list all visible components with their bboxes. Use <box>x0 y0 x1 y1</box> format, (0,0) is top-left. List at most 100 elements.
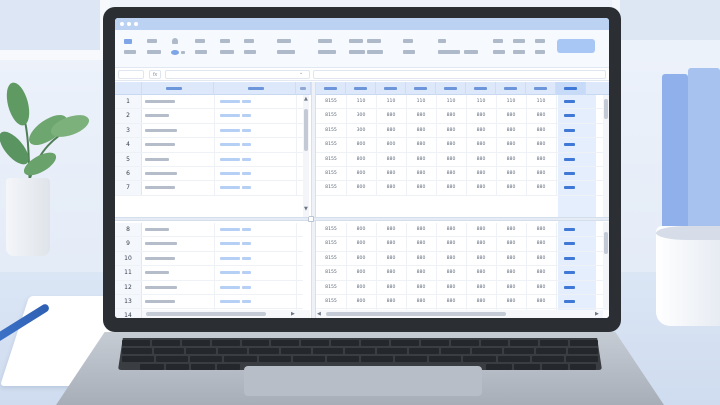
find-icon[interactable] <box>464 50 478 54</box>
cell-text[interactable] <box>242 157 251 161</box>
table-row[interactable]: 12 <box>115 280 303 295</box>
cell-text[interactable] <box>145 285 177 289</box>
cell-value[interactable]: 880 <box>436 266 466 279</box>
cell-text[interactable] <box>242 300 251 303</box>
vertical-scrollbar-left-top[interactable] <box>303 95 309 217</box>
cell-value[interactable]: 880 <box>376 223 406 236</box>
cell-value[interactable]: 880 <box>496 223 526 236</box>
selected-cell-marker[interactable] <box>564 128 575 132</box>
vertical-scrollbar-right-bottom[interactable] <box>603 222 609 310</box>
maximize-icon[interactable] <box>134 22 138 26</box>
cell-value[interactable]: 8155 <box>316 153 346 166</box>
cell-value[interactable]: 880 <box>466 167 496 180</box>
table-row[interactable]: 11 <box>115 266 303 281</box>
cell-value[interactable]: 880 <box>496 281 526 294</box>
table-row[interactable]: 8155 800 880 880 880 880 880 880 <box>316 266 603 281</box>
conditional-format-icon[interactable] <box>349 39 363 43</box>
cell-value[interactable]: 880 <box>376 281 406 294</box>
bold-icon[interactable] <box>195 39 205 43</box>
cell-text[interactable] <box>242 242 251 246</box>
cell-value[interactable]: 8155 <box>316 167 346 180</box>
table-row[interactable]: 10 <box>115 251 303 267</box>
cell-value[interactable]: 800 <box>346 266 376 279</box>
row-number[interactable]: 9 <box>115 237 142 251</box>
cell-value[interactable]: 8155 <box>316 237 346 250</box>
cell-text[interactable] <box>145 271 169 275</box>
cell-value[interactable]: 880 <box>406 266 436 279</box>
cell-value[interactable]: 880 <box>436 237 466 250</box>
cell-value[interactable]: 880 <box>406 138 436 151</box>
selected-cell-marker[interactable] <box>564 285 575 289</box>
decimal-icon[interactable] <box>318 50 336 54</box>
cell-value[interactable]: 880 <box>436 153 466 166</box>
cell-value[interactable]: 880 <box>496 295 526 308</box>
fx-icon[interactable]: fx <box>149 70 161 79</box>
sort-filter-icon[interactable] <box>438 50 460 54</box>
table-row[interactable]: 8155 800 800 880 880 880 880 880 <box>316 138 603 153</box>
cell-value[interactable]: 880 <box>406 281 436 294</box>
cell-text[interactable] <box>145 128 177 132</box>
cell-value[interactable]: 880 <box>436 223 466 236</box>
horizontal-split-bar[interactable] <box>115 216 609 222</box>
cell-value[interactable]: 8155 <box>316 295 346 308</box>
table-row[interactable]: 8 <box>115 223 303 238</box>
italic-icon[interactable] <box>220 39 230 43</box>
number-format-dropdown[interactable] <box>277 39 291 43</box>
data-icon[interactable] <box>513 50 525 54</box>
cell-text[interactable] <box>145 100 175 103</box>
cell-value[interactable]: 880 <box>376 181 406 194</box>
table-row[interactable]: 1 <box>115 95 303 110</box>
table-row[interactable]: 8155 800 880 880 880 880 880 880 <box>316 280 603 295</box>
percent-icon[interactable] <box>277 50 295 54</box>
cell-value[interactable]: 300 <box>346 124 376 137</box>
cell-value[interactable]: 880 <box>496 167 526 180</box>
cell-value[interactable]: 880 <box>466 138 496 151</box>
fill-color-icon[interactable] <box>171 50 179 55</box>
cell-text[interactable] <box>145 300 175 303</box>
cell-value[interactable]: 880 <box>376 295 406 308</box>
cell-value[interactable]: 8155 <box>316 252 346 265</box>
cell-value[interactable]: 880 <box>526 109 556 122</box>
cell-value[interactable]: 880 <box>436 167 466 180</box>
row-number[interactable]: 3 <box>115 123 142 138</box>
cell-value[interactable]: 880 <box>466 223 496 236</box>
cell-value[interactable]: 110 <box>436 95 466 108</box>
cell-value[interactable]: 800 <box>346 167 376 180</box>
cell-value[interactable]: 880 <box>406 153 436 166</box>
row-number[interactable]: 4 <box>115 138 142 152</box>
cell-value[interactable]: 8155 <box>316 181 346 194</box>
table-row[interactable]: 8155 800 880 880 880 880 880 880 <box>316 152 603 167</box>
column-header-4[interactable] <box>316 82 346 95</box>
cell-styles-icon[interactable] <box>367 39 381 43</box>
formula-input[interactable] <box>165 70 310 79</box>
cell-text[interactable] <box>220 242 240 246</box>
cell-value[interactable]: 880 <box>466 153 496 166</box>
cell-text[interactable] <box>145 228 169 231</box>
cell-value[interactable]: 8155 <box>316 138 346 151</box>
cell-value[interactable]: 880 <box>466 281 496 294</box>
row-number[interactable]: 14 <box>115 309 142 318</box>
cell-text[interactable] <box>145 242 177 246</box>
cell-value[interactable]: 110 <box>496 95 526 108</box>
cell-value[interactable]: 880 <box>496 153 526 166</box>
row-number[interactable]: 11 <box>115 266 142 280</box>
sheet-icon[interactable] <box>493 39 503 43</box>
column-header-5[interactable] <box>346 82 376 95</box>
cell-value[interactable]: 800 <box>346 281 376 294</box>
cell-value[interactable]: 8155 <box>316 109 346 122</box>
table-row[interactable]: 8155 300 880 880 880 880 880 880 <box>316 123 603 139</box>
cell-value[interactable]: 800 <box>346 295 376 308</box>
cell-value[interactable]: 880 <box>526 281 556 294</box>
selected-cell-marker[interactable] <box>564 114 575 118</box>
cell-value[interactable]: 880 <box>496 109 526 122</box>
table-row[interactable]: 8155 800 880 880 880 880 880 880 <box>316 295 603 310</box>
table-row[interactable]: 8155 800 880 880 880 880 880 880 <box>316 167 603 182</box>
merge-icon[interactable] <box>244 50 256 54</box>
cell-value[interactable]: 800 <box>346 237 376 250</box>
cell-value[interactable]: 880 <box>436 295 466 308</box>
cell-value[interactable]: 880 <box>406 223 436 236</box>
cell-value[interactable]: 880 <box>376 124 406 137</box>
review-icon[interactable] <box>513 39 525 43</box>
cell-value[interactable]: 800 <box>346 223 376 236</box>
row-number[interactable]: 8 <box>115 223 142 237</box>
